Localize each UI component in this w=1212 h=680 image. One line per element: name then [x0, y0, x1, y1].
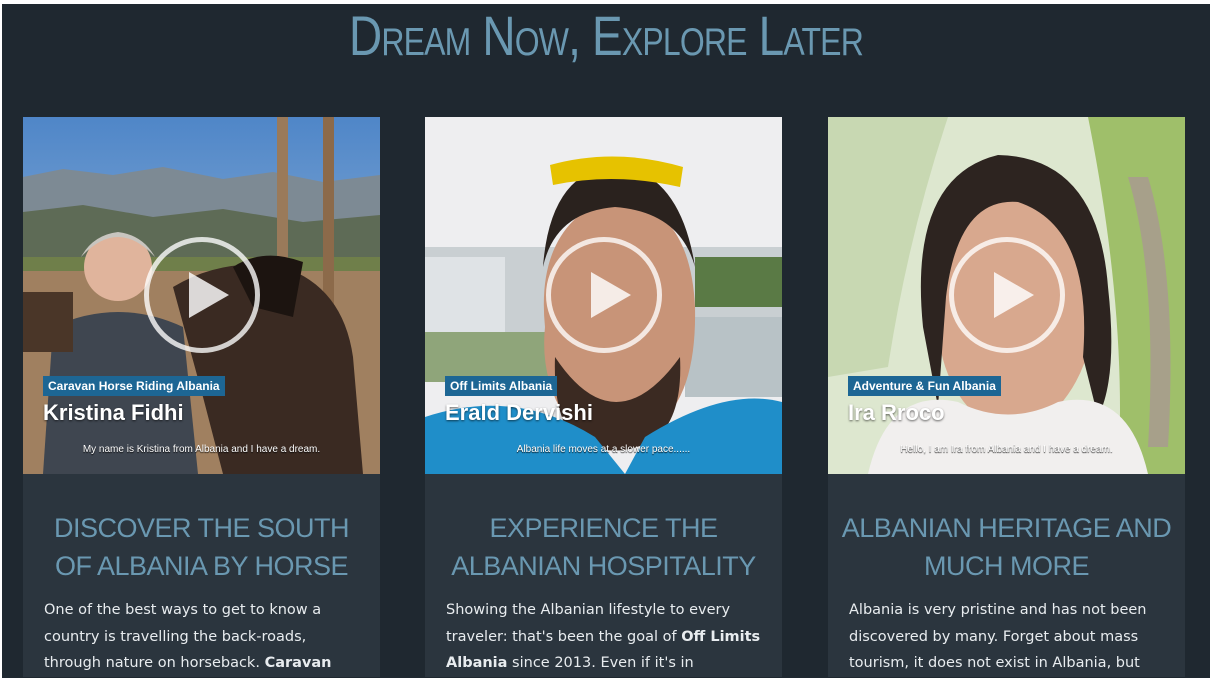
- story-card: Caravan Horse Riding Albania Kristina Fi…: [23, 117, 380, 677]
- play-icon: [591, 272, 631, 318]
- video-thumbnail[interactable]: Off Limits Albania Erald Dervishi Albani…: [425, 117, 782, 474]
- page: Dream Now, Explore Later Caravan Horse R…: [2, 4, 1210, 678]
- page-title: Dream Now, Explore Later: [349, 4, 864, 67]
- card-description: Albania is very pristine and has not bee…: [849, 597, 1167, 677]
- video-thumbnail[interactable]: Adventure & Fun Albania Ira Rroco Hello,…: [828, 117, 1185, 474]
- card-heading: Discover the South of Albania by Horse: [53, 513, 350, 581]
- story-card: Adventure & Fun Albania Ira Rroco Hello,…: [828, 117, 1185, 677]
- card-heading: Experience the Albanian Hospitality: [451, 513, 756, 581]
- card-text: Albania is very pristine and has not bee…: [849, 602, 1147, 671]
- person-name: Ira Rroco: [848, 400, 945, 425]
- card-description: Showing the Albanian lifestyle to every …: [446, 597, 764, 677]
- channel-tag: Caravan Horse Riding Albania: [43, 376, 225, 396]
- card-heading: Albanian Heritage and Much More: [841, 513, 1172, 581]
- video-thumbnail[interactable]: Caravan Horse Riding Albania Kristina Fi…: [23, 117, 380, 474]
- channel-tag: Adventure & Fun Albania: [848, 376, 1001, 396]
- person-name: Erald Dervishi: [445, 400, 593, 425]
- card-text-bold: Caravan: [264, 655, 332, 671]
- video-subtitle: Hello, I am Ira from Albania and I have …: [900, 444, 1113, 455]
- channel-tag: Off Limits Albania: [445, 376, 558, 396]
- video-subtitle: My name is Kristina from Albania and I h…: [82, 444, 321, 455]
- video-subtitle: Albania life moves at a slower pace.....…: [516, 444, 691, 455]
- card-description: One of the best ways to get to know a co…: [44, 597, 362, 677]
- person-name: Kristina Fidhi: [43, 400, 184, 425]
- play-button[interactable]: [144, 237, 260, 353]
- card-text: since 2013. Even if it's in: [507, 655, 694, 671]
- play-icon: [189, 272, 229, 318]
- play-button[interactable]: [546, 237, 662, 353]
- story-card: Off Limits Albania Erald Dervishi Albani…: [425, 117, 782, 677]
- play-button[interactable]: [949, 237, 1065, 353]
- play-icon: [994, 272, 1034, 318]
